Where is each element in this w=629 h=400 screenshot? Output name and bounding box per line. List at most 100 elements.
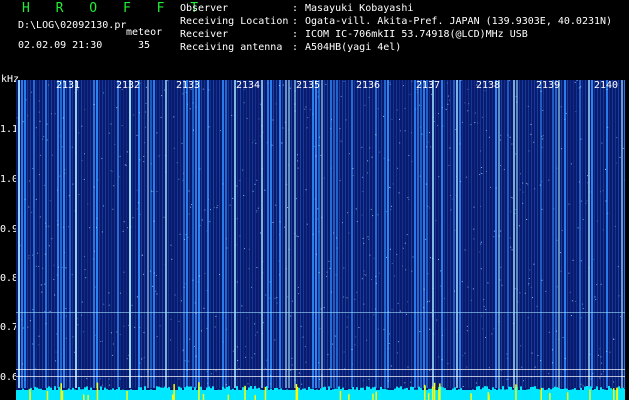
spectral-streak	[600, 80, 601, 388]
level-bar	[364, 390, 366, 394]
noise-speckle	[447, 363, 449, 365]
spectral-streak	[507, 80, 509, 388]
noise-speckle	[351, 363, 353, 365]
noise-speckle	[189, 338, 191, 340]
noise-speckle	[207, 377, 209, 379]
noise-speckle	[390, 365, 392, 367]
noise-speckle	[388, 81, 390, 83]
location-key: Receiving Location	[180, 16, 289, 27]
noise-speckle	[428, 132, 430, 134]
noise-speckle	[284, 121, 286, 123]
noise-speckle	[589, 353, 591, 355]
level-bar	[342, 387, 344, 394]
noise-speckle	[391, 205, 392, 207]
spectral-streak	[192, 80, 194, 388]
noise-speckle	[138, 374, 140, 376]
noise-speckle	[27, 115, 29, 117]
spectral-streak	[198, 80, 200, 388]
noise-speckle	[52, 154, 53, 156]
level-bar	[608, 386, 610, 394]
spectral-streak	[378, 80, 379, 388]
noise-speckle	[276, 297, 278, 299]
noise-speckle	[415, 108, 417, 110]
noise-speckle	[134, 326, 136, 328]
level-bar	[382, 389, 384, 394]
spectral-streak	[525, 80, 526, 388]
noise-speckle	[479, 174, 480, 175]
noise-speckle	[99, 378, 101, 380]
noise-speckle	[532, 297, 533, 299]
level-bar	[98, 391, 100, 394]
spectral-streak	[369, 80, 370, 388]
noise-speckle	[527, 317, 529, 319]
noise-speckle	[545, 290, 547, 292]
noise-speckle	[269, 281, 271, 283]
level-bar	[132, 390, 134, 394]
spectral-streak	[138, 80, 140, 388]
noise-speckle	[116, 107, 118, 109]
noise-speckle	[208, 89, 210, 91]
spectral-streak	[396, 80, 397, 388]
level-spike	[488, 394, 490, 400]
noise-speckle	[318, 272, 320, 274]
noise-speckle	[123, 221, 125, 223]
level-bar	[556, 387, 558, 394]
noise-speckle	[203, 307, 205, 309]
spectral-streak	[54, 80, 55, 388]
noise-speckle	[336, 247, 338, 249]
level-bar	[592, 390, 594, 394]
level-bar	[92, 390, 94, 394]
spectral-streak	[624, 80, 625, 388]
level-bar	[512, 389, 514, 394]
noise-speckle	[362, 379, 364, 381]
noise-speckle	[409, 93, 411, 95]
noise-speckle	[38, 335, 40, 337]
noise-speckle	[586, 200, 588, 202]
noise-speckle	[575, 301, 576, 302]
level-spike	[173, 384, 175, 400]
noise-speckle	[155, 275, 157, 276]
level-bar	[306, 392, 308, 394]
spectral-streak	[282, 80, 283, 388]
spectral-streak	[609, 80, 610, 388]
noise-speckle	[195, 106, 197, 108]
noise-speckle	[241, 305, 243, 307]
spectral-streak	[126, 80, 127, 388]
noise-speckle	[388, 186, 390, 188]
noise-speckle	[351, 349, 353, 350]
spectral-streak	[570, 80, 571, 388]
noise-speckle	[613, 338, 614, 340]
level-bar	[480, 389, 482, 394]
noise-speckle	[126, 358, 128, 360]
level-bar	[450, 390, 452, 394]
noise-speckle	[260, 103, 262, 105]
noise-speckle	[149, 270, 151, 272]
spectral-streak	[240, 80, 241, 388]
noise-speckle	[243, 102, 245, 104]
level-bar	[596, 386, 598, 394]
noise-speckle	[260, 232, 261, 234]
level-bar	[106, 389, 108, 394]
level-bar	[274, 388, 276, 394]
noise-speckle	[541, 181, 543, 183]
spectral-streak	[411, 80, 412, 388]
level-bar	[276, 387, 278, 394]
noise-speckle	[96, 226, 97, 228]
spectral-streak	[231, 80, 232, 388]
noise-speckle	[93, 103, 95, 105]
noise-speckle	[515, 153, 517, 155]
noise-speckle	[306, 223, 308, 225]
noise-speckle	[429, 369, 431, 371]
noise-speckle	[256, 267, 258, 268]
noise-speckle	[253, 139, 255, 141]
noise-speckle	[42, 138, 44, 140]
noise-speckle	[45, 222, 46, 224]
noise-speckle	[522, 202, 524, 204]
noise-speckle	[57, 189, 58, 191]
level-bar	[528, 389, 530, 394]
level-bar	[350, 389, 352, 394]
noise-speckle	[321, 374, 323, 376]
spectral-streak	[372, 80, 373, 388]
spectral-streak	[597, 80, 598, 388]
noise-speckle	[330, 128, 332, 130]
